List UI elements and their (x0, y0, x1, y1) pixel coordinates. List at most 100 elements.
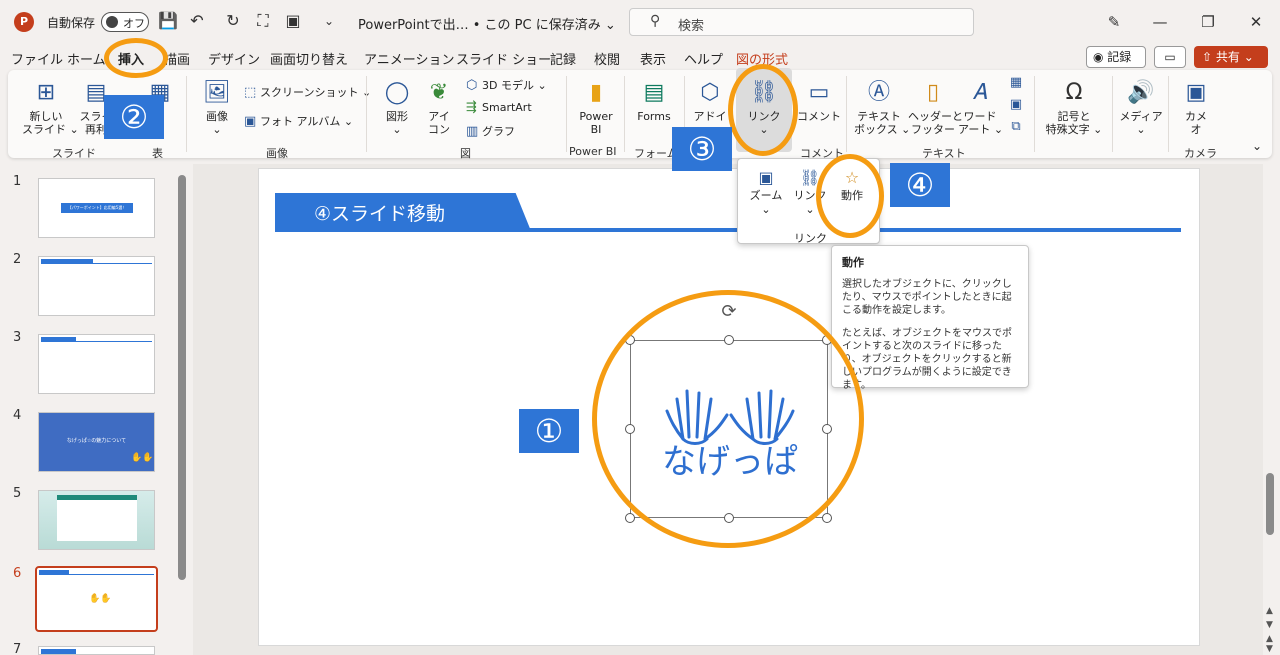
comment-label: コメント (797, 110, 841, 123)
zoom-label: ズーム ⌄ (749, 189, 783, 216)
autosave-toggle[interactable]: オフ (101, 12, 149, 32)
slide-thumbnail[interactable]: 【パワーポイント】応用編5選！ (38, 178, 155, 238)
powerbi-button[interactable]: ▮ Power BI (574, 78, 618, 136)
forms-button[interactable]: ▤ Forms (632, 78, 676, 123)
resize-handle[interactable] (822, 513, 832, 523)
restore-button[interactable]: ❐ (1188, 8, 1228, 36)
screenshot-icon: ⬚ (244, 85, 257, 100)
slide-thumbnail-selected[interactable]: ✋✋ (35, 566, 158, 632)
more-commands-icon[interactable]: ⌄ (318, 10, 340, 32)
calendar-icon: ▦ (1009, 75, 1023, 90)
media-button[interactable]: 🔊 メディア ⌄ (1118, 78, 1164, 136)
textbox-button[interactable]: Ⓐ テキスト ボックス ⌄ (854, 78, 910, 136)
tab-slideshow[interactable]: スライド ショー (456, 49, 551, 68)
thumbnail-number: 7 (13, 642, 22, 655)
textbox-label: テキスト ボックス ⌄ (854, 110, 911, 136)
speaker-icon: 🔊 (1127, 80, 1155, 105)
save-icon[interactable]: 💾 (157, 10, 179, 32)
zoom-icon: ▣ (758, 168, 774, 187)
slide-thumbnail[interactable] (38, 334, 155, 394)
canvas-scrollbar[interactable] (1266, 473, 1274, 535)
slide-thumbnail[interactable] (38, 490, 155, 550)
tab-design[interactable]: デザイン (208, 49, 260, 68)
icons-button[interactable]: ❦ アイ コン (422, 78, 456, 136)
slide-title[interactable]: ④スライド移動 (314, 199, 445, 226)
scroll-up-icon[interactable]: ▲ (1266, 606, 1273, 616)
cameo-label: カメ オ (1185, 110, 1207, 136)
tab-view[interactable]: 表示 (640, 49, 666, 68)
slide-thumbnail[interactable] (38, 256, 155, 316)
comment-button[interactable]: ▭ コメント (796, 78, 842, 123)
wordart-label: ワード アート ⌄ (958, 110, 1004, 136)
tab-animations[interactable]: アニメーション (364, 49, 454, 68)
shapes-button[interactable]: ◯ 図形 ⌄ (380, 78, 414, 136)
undo-icon[interactable]: ↶ (186, 10, 208, 32)
pen-icon[interactable]: ✎ (1094, 8, 1134, 36)
group-label-slides: スライド (52, 147, 96, 160)
present-from-start-icon[interactable]: ⛶ (252, 10, 274, 32)
search-placeholder: 検索 (678, 19, 705, 34)
tab-file[interactable]: ファイル (11, 49, 63, 68)
header-footer-button[interactable]: ▯ ヘッダーと フッター (908, 78, 963, 136)
zoom-menu-item[interactable]: ▣ ズーム ⌄ (746, 167, 786, 217)
highlight-ring-action (816, 154, 884, 238)
search-icon: ⚲ (650, 13, 661, 29)
thumbnail-scrollbar[interactable] (178, 175, 186, 580)
symbols-button[interactable]: Ω 記号と 特殊文字 ⌄ (1042, 78, 1106, 136)
redo-icon[interactable]: ↻ (222, 10, 244, 32)
title-bar: P 自動保存 オフ 💾 ↶ ↻ ⛶ ▣ ⌄ PowerPointで出… • この… (0, 0, 1280, 44)
resize-handle[interactable] (625, 513, 635, 523)
separator (186, 76, 187, 152)
share-button[interactable]: ⇧ 共有 ⌄ (1194, 46, 1268, 68)
thumbnail-number: 6 (13, 566, 22, 581)
tab-record[interactable]: 記録 (550, 49, 576, 68)
date-time-button[interactable]: ▦ (1006, 76, 1026, 89)
comments-button[interactable]: ▭ (1154, 46, 1186, 68)
thumbnail-title: なげっぱ☆の魅力について (66, 438, 127, 444)
tab-review[interactable]: 校閲 (594, 49, 620, 68)
thumbnail-number: 5 (13, 486, 22, 501)
graph-label: グラフ (482, 125, 515, 138)
photo-album-label: フォト アルバム ⌄ (260, 115, 354, 128)
graph-button[interactable]: ▥ グラフ (466, 123, 515, 139)
forms-label: Forms (637, 110, 671, 123)
wordart-button[interactable]: 𝐴 ワード アート ⌄ (958, 78, 1004, 136)
new-slide-button[interactable]: ⊞ 新しい スライド ⌄ (22, 78, 79, 136)
slide-thumbnail[interactable] (38, 646, 155, 655)
forms-icon: ▤ (643, 80, 665, 105)
document-title[interactable]: PowerPointで出… • この PC に保存済み ⌄ (358, 14, 616, 33)
thumbnail-number: 2 (13, 252, 22, 267)
screenshot-button[interactable]: ⬚ スクリーンショット ⌄ (244, 84, 371, 100)
screenshot-label: スクリーンショット ⌄ (260, 86, 372, 99)
close-button[interactable]: ✕ (1236, 8, 1276, 36)
cameo-button[interactable]: ▣ カメ オ (1176, 78, 1216, 136)
tab-transitions[interactable]: 画面切り替え (270, 49, 348, 68)
slide-number-button[interactable]: ▣ (1006, 98, 1026, 111)
object-button[interactable]: ⧉ (1006, 120, 1026, 133)
next-slide-icon[interactable]: ▼ (1266, 644, 1273, 654)
group-label-illustrations: 図 (460, 147, 471, 160)
scroll-down-icon[interactable]: ▼ (1266, 620, 1273, 630)
prev-slide-icon[interactable]: ▲ (1266, 634, 1273, 644)
tab-help[interactable]: ヘルプ (684, 49, 723, 68)
highlight-ring-insert-tab (104, 38, 168, 78)
comment-icon: ▭ (1164, 50, 1176, 64)
quick-access-customize-icon[interactable]: ▣ (282, 10, 304, 32)
smartart-button[interactable]: ⇶ SmartArt (466, 100, 532, 115)
header-footer-label: ヘッダーと フッター (908, 110, 963, 136)
comment-add-icon: ▭ (808, 80, 830, 105)
minimize-button[interactable]: — (1140, 8, 1180, 36)
thumbnail-rule (39, 574, 154, 575)
separator (1112, 76, 1113, 152)
3d-model-button[interactable]: ⬡ 3D モデル ⌄ (466, 77, 547, 93)
collapse-ribbon-icon[interactable]: ⌄ (1250, 140, 1264, 153)
image-button[interactable]: 🖼 画像 ⌄ (200, 78, 234, 136)
record-button[interactable]: ◉ 記録 (1086, 46, 1146, 68)
addin-button[interactable]: ⬡ アドイ (690, 78, 730, 123)
search-input[interactable]: ⚲ 検索 (629, 8, 974, 36)
photo-album-button[interactable]: ▣ フォト アルバム ⌄ (244, 113, 353, 129)
thumbnail-number: 1 (13, 174, 22, 189)
group-label-camera: カメラ (1184, 147, 1217, 160)
slide-thumbnail[interactable]: なげっぱ☆の魅力について ✋✋ (38, 412, 155, 472)
tab-home[interactable]: ホーム (67, 49, 106, 68)
